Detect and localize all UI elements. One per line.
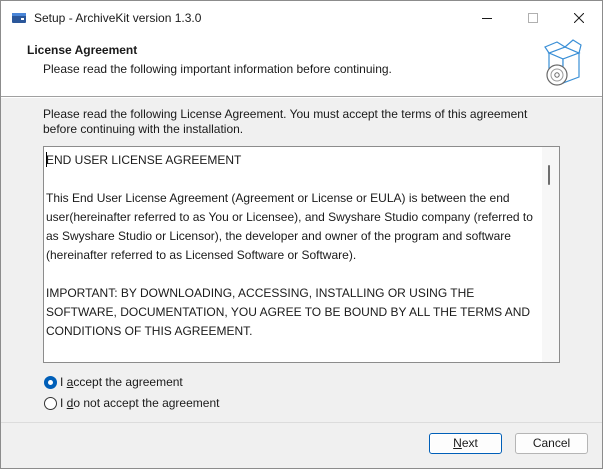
page-subtitle: Please read the following important info… (43, 62, 392, 76)
license-text: END USER LICENSE AGREEMENT This End User… (46, 153, 533, 338)
license-scrollbar[interactable] (542, 147, 559, 362)
wizard-header: License Agreement Please read the follow… (1, 35, 602, 96)
accept-agreement-radio[interactable]: I accept the agreement (44, 374, 183, 390)
close-button[interactable] (556, 1, 602, 35)
installer-app-icon (12, 13, 26, 23)
instructions-text: Please read the following License Agreem… (43, 107, 528, 136)
title-bar[interactable]: Setup - ArchiveKit version 1.3.0 (1, 1, 602, 35)
license-text-area[interactable]: END USER LICENSE AGREEMENT This End User… (43, 146, 560, 363)
cancel-button[interactable]: Cancel (515, 433, 588, 454)
maximize-button[interactable] (510, 1, 556, 35)
text-caret (46, 152, 47, 167)
radio-unchecked-icon[interactable] (44, 396, 57, 410)
window-title: Setup - ArchiveKit version 1.3.0 (34, 11, 202, 25)
minimize-icon (482, 18, 492, 19)
header-divider-highlight (1, 97, 602, 98)
maximize-icon (528, 13, 538, 23)
next-button[interactable]: Next (429, 433, 502, 454)
minimize-button[interactable] (464, 1, 510, 35)
decline-agreement-radio[interactable]: I do not accept the agreement (44, 395, 219, 411)
radio-checked-icon[interactable] (44, 375, 57, 389)
accept-agreement-label[interactable]: I accept the agreement (60, 375, 183, 389)
decline-agreement-label[interactable]: I do not accept the agreement (60, 396, 219, 410)
footer-divider (1, 422, 602, 423)
software-box-icon (544, 39, 582, 86)
page-title: License Agreement (27, 43, 138, 57)
setup-window: Setup - ArchiveKit version 1.3.0 License… (0, 0, 603, 469)
scrollbar-thumb[interactable] (548, 165, 550, 185)
close-icon (574, 13, 584, 23)
